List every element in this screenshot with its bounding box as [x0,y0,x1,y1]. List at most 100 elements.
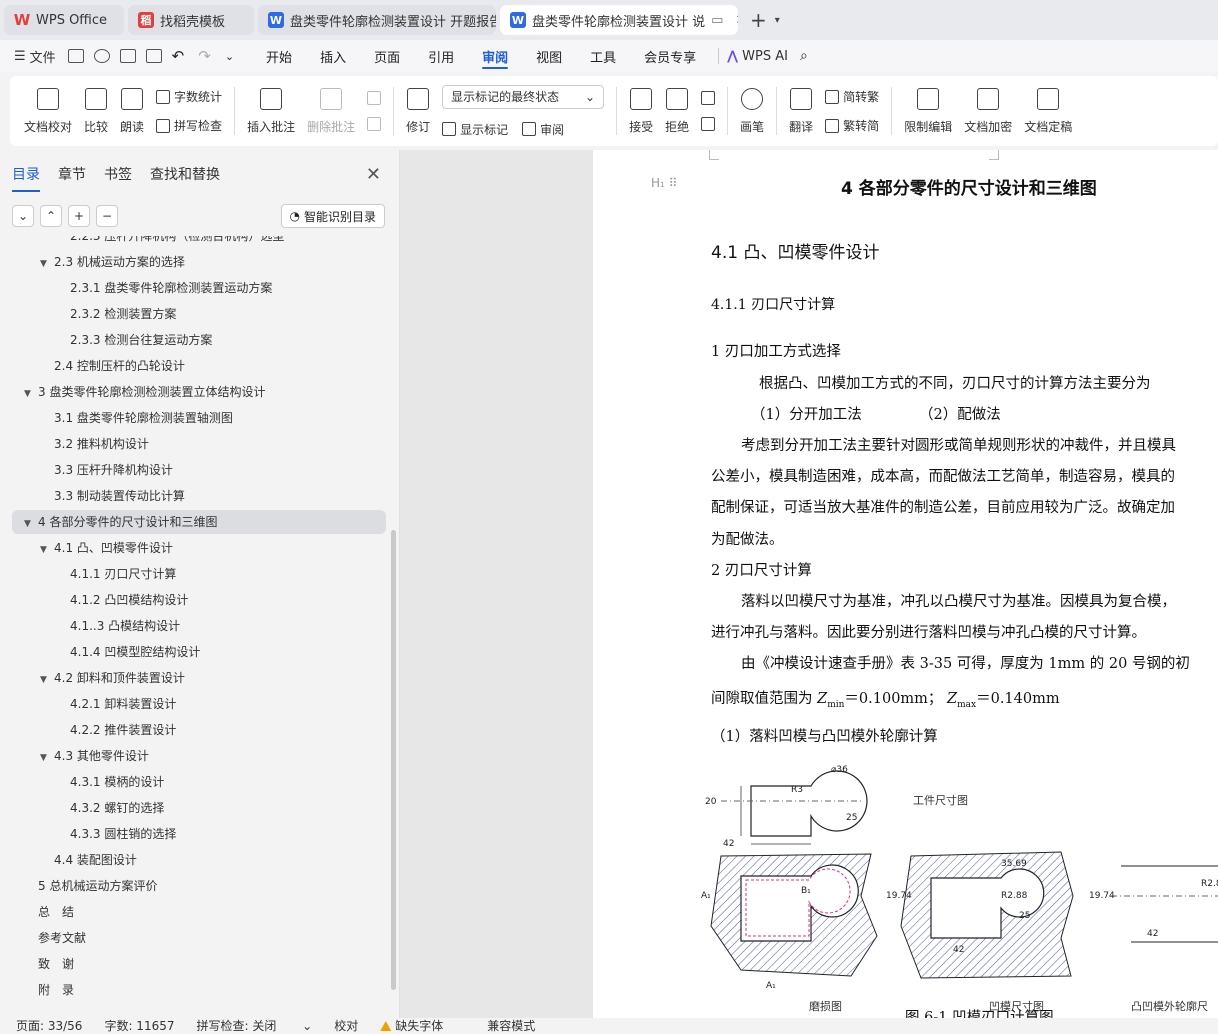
expand-chevron-icon[interactable]: ⌃ [40,205,62,227]
toc-item[interactable]: 2.3.1 盘类零件轮廓检测装置运动方案 [0,276,390,300]
tab-tools[interactable]: 工具 [576,40,630,72]
insert-comment-button[interactable]: 插入批注 [241,79,301,143]
tab-proposal-doc[interactable]: W 盘类零件轮廓检测装置设计 开题报告 [258,5,496,35]
toc-item[interactable]: 3.2 推料机构设计 [0,432,390,456]
pen-button[interactable]: 画笔 [734,79,770,143]
next-revision-icon[interactable] [701,117,716,131]
toc-item[interactable]: ▼ 4.1 凸、凹模零件设计 [0,536,390,560]
redo-icon[interactable]: ↷ [198,47,211,65]
smart-toc-button[interactable]: ◔ 智能识别目录 [280,204,385,228]
caret-down-icon[interactable]: ▼ [40,668,54,692]
caret-down-icon[interactable]: ▼ [24,512,38,536]
toc-item[interactable]: ▼ 3 盘类零件轮廓检测检测装置立体结构设计 [0,380,390,404]
toc-item[interactable]: 2.2.3 压杆升降机构（检测台机构）选型 [0,236,390,248]
close-icon[interactable]: ✕ [366,164,381,185]
export-icon[interactable] [93,49,110,63]
missing-font-status[interactable]: 缺失字体 [380,1017,465,1034]
tab-chapters[interactable]: 章节 [58,164,86,184]
to-simplified-button[interactable]: 繁转简 [825,117,879,134]
proofread-button[interactable]: 文档校对 [18,79,78,143]
tab-reference[interactable]: 引用 [414,40,468,72]
markup-state-select[interactable]: 显示标记的最终状态 ⌄ [442,84,605,109]
tab-bookmarks[interactable]: 书签 [104,164,132,184]
accept-button[interactable]: 接受 [623,79,659,143]
toc-item[interactable]: 2.3.2 检测装置方案 [0,302,390,326]
tab-current-doc[interactable]: W 盘类零件轮廓检测装置设计 说 ▭ ✕ [500,5,738,35]
undo-icon[interactable]: ↶ [172,47,185,65]
toc-item[interactable]: 4.3.2 螺钉的选择 [0,796,390,820]
toc-item[interactable]: 5 总机械运动方案评价 [0,874,390,898]
file-menu[interactable]: ☰ 文件 [14,47,56,66]
toc-item[interactable]: 参考文献 [0,926,390,950]
caret-down-icon[interactable]: ▼ [24,382,38,406]
toc-item[interactable]: 3.3 压杆升降机构设计 [0,458,390,482]
toc-item[interactable]: 4.1.1 刃口尺寸计算 [0,562,390,586]
tab-insert[interactable]: 插入 [306,40,360,72]
toc-item[interactable]: 4.1..3 凸模结构设计 [0,614,390,638]
wps-ai-button[interactable]: ⋀ WPS AI [727,49,788,64]
next-comment-icon[interactable] [367,117,382,131]
toc-item[interactable]: 4.3.1 模柄的设计 [0,770,390,794]
tab-find-replace[interactable]: 查找和替换 [150,164,220,184]
read-aloud-button[interactable]: 朗读 [114,79,150,143]
toc-item[interactable]: 2.3.3 检测台往复运动方案 [0,328,390,352]
finalize-button[interactable]: 文档定稿 [1018,79,1078,143]
word-count-button[interactable]: 字数统计 [156,88,222,105]
compare-button[interactable]: 比较 [78,79,114,143]
caret-down-icon[interactable]: ▼ [40,538,54,562]
delete-comment-button[interactable]: 删除批注 [301,79,361,143]
toc-item[interactable]: 4.3.3 圆柱销的选择 [0,822,390,846]
proofread-status[interactable]: 校对 [334,1017,358,1034]
show-markup-button[interactable]: 显示标记 [442,121,508,138]
toc-item[interactable]: ▼ 4.3 其他零件设计 [0,744,390,768]
toc-item[interactable]: 附 录 [0,978,390,1002]
caret-down-icon[interactable]: ▼ [40,746,54,770]
toc-item[interactable]: 总 结 [0,900,390,924]
spell-check-button[interactable]: 拼写检查 [156,117,222,134]
toc-item[interactable]: ▼ 4 各部分零件的尺寸设计和三维图 [12,510,386,534]
toc-item[interactable]: 2.4 控制压杆的凸轮设计 [0,354,390,378]
new-tab-icon[interactable]: + [750,8,767,32]
scrollbar[interactable] [391,530,396,990]
page-indicator[interactable]: 页面: 33/56 [16,1017,82,1034]
toc-item[interactable]: 3.3 制动装置传动比计算 [0,484,390,508]
previous-comment-icon[interactable] [367,91,382,105]
print-preview-icon[interactable] [145,49,162,63]
tab-view[interactable]: 视图 [522,40,576,72]
review-pane-button[interactable]: 审阅 [522,121,564,138]
add-heading-icon[interactable]: + [68,205,90,227]
tab-wps-office[interactable]: W WPS Office [4,5,124,35]
chevron-down-icon[interactable]: ▾ [775,15,780,26]
word-count[interactable]: 字数: 11657 [104,1017,174,1034]
encrypt-button[interactable]: 文档加密 [958,79,1018,143]
toc-item[interactable]: 4.1.4 凹模型腔结构设计 [0,640,390,664]
tab-review[interactable]: 审阅 [468,40,522,72]
caret-down-icon[interactable]: ▼ [40,252,54,276]
more-chevron-icon[interactable]: ⌄ [225,50,234,63]
toc-item[interactable]: 4.4 装配图设计 [0,848,390,872]
remove-heading-icon[interactable]: − [96,205,118,227]
translate-button[interactable]: 翻译 [783,79,819,143]
toc-item[interactable]: 4.1.2 凸凹模结构设计 [0,588,390,612]
toc-item[interactable]: ▼ 4.2 卸料和顶件装置设计 [0,666,390,690]
revise-button[interactable]: 修订 [400,79,436,143]
reject-button[interactable]: 拒绝 [659,79,695,143]
tab-docer[interactable]: 稻 找稻壳模板 [128,5,254,35]
toc-item[interactable]: 4.2.1 卸料装置设计 [0,692,390,716]
print-icon[interactable] [119,49,136,63]
save-icon[interactable] [67,49,84,63]
close-tab-icon[interactable]: ✕ [735,13,738,28]
restrict-edit-button[interactable]: 限制编辑 [898,79,958,143]
tab-member[interactable]: 会员专享 [630,40,710,72]
heading-drag-icon[interactable]: H₁ ⠿ [651,176,677,190]
toc-item[interactable]: ▼ 2.3 机械运动方案的选择 [0,250,390,274]
toc-item[interactable]: 致 谢 [0,952,390,976]
spell-check-status[interactable]: 拼写检查: 关闭 ⌄ [197,1017,313,1034]
toc-item[interactable]: 4.2.2 推件装置设计 [0,718,390,742]
tab-page[interactable]: 页面 [360,40,414,72]
tab-home[interactable]: 开始 [252,40,306,72]
search-icon[interactable]: ⌕ [800,48,808,64]
collapse-chevron-icon[interactable]: ⌄ [12,205,34,227]
previous-revision-icon[interactable] [701,91,716,105]
tab-toc[interactable]: 目录 [12,164,40,192]
